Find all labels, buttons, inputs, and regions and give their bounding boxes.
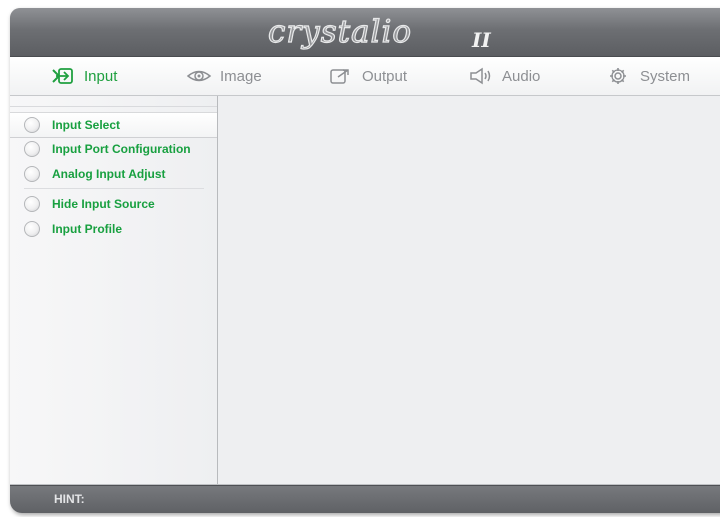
output-icon bbox=[328, 66, 354, 86]
sidebar-divider bbox=[10, 106, 217, 107]
brand-logo: crystalio bbox=[267, 13, 413, 50]
menu-item-input-port-configuration[interactable]: Input Port Configuration bbox=[10, 137, 217, 161]
input-icon bbox=[50, 66, 76, 86]
menu-item-label: Input Port Configuration bbox=[52, 142, 191, 156]
tab-input[interactable]: Input bbox=[50, 57, 117, 95]
tab-label: System bbox=[640, 67, 691, 85]
menu-item-label: Analog Input Adjust bbox=[52, 167, 166, 181]
sidebar-divider bbox=[24, 188, 204, 189]
title-bar: crystalio II bbox=[10, 8, 720, 57]
menu-item-analog-input-adjust[interactable]: Analog Input Adjust bbox=[10, 162, 217, 186]
radio-icon[interactable] bbox=[24, 141, 40, 157]
main-tab-bar: Input Image Output Audio System bbox=[10, 57, 720, 96]
menu-item-input-select[interactable]: Input Select bbox=[10, 112, 217, 138]
tab-label: Input bbox=[84, 67, 118, 85]
sidebar-menu: Input Select Input Port Configuration An… bbox=[10, 96, 218, 484]
tab-output[interactable]: Output bbox=[328, 57, 407, 95]
menu-item-label: Input Profile bbox=[52, 222, 122, 236]
menu-item-label: Input Select bbox=[52, 118, 121, 132]
radio-icon[interactable] bbox=[24, 166, 40, 182]
tab-label: Audio bbox=[502, 67, 541, 85]
menu-item-hide-input-source[interactable]: Hide Input Source bbox=[10, 192, 217, 216]
content-panel bbox=[218, 96, 720, 484]
speaker-icon bbox=[468, 66, 494, 86]
menu-item-input-profile[interactable]: Input Profile bbox=[10, 217, 217, 241]
tab-image[interactable]: Image bbox=[186, 57, 262, 95]
eye-icon bbox=[186, 66, 212, 86]
gear-icon bbox=[606, 66, 632, 86]
tab-system[interactable]: System bbox=[606, 57, 690, 95]
menu-item-label: Hide Input Source bbox=[52, 197, 155, 211]
tab-audio[interactable]: Audio bbox=[468, 57, 540, 95]
hint-label: HINT: bbox=[54, 492, 85, 506]
tab-label: Image bbox=[220, 67, 262, 85]
hint-bar: HINT: bbox=[10, 485, 720, 513]
radio-icon[interactable] bbox=[24, 221, 40, 237]
radio-icon[interactable] bbox=[24, 196, 40, 212]
brand-logo-suffix: II bbox=[472, 28, 491, 52]
radio-icon[interactable] bbox=[24, 117, 40, 133]
app-window: crystalio II Input Image Output Audio Sy… bbox=[10, 8, 720, 513]
tab-label: Output bbox=[362, 67, 408, 85]
